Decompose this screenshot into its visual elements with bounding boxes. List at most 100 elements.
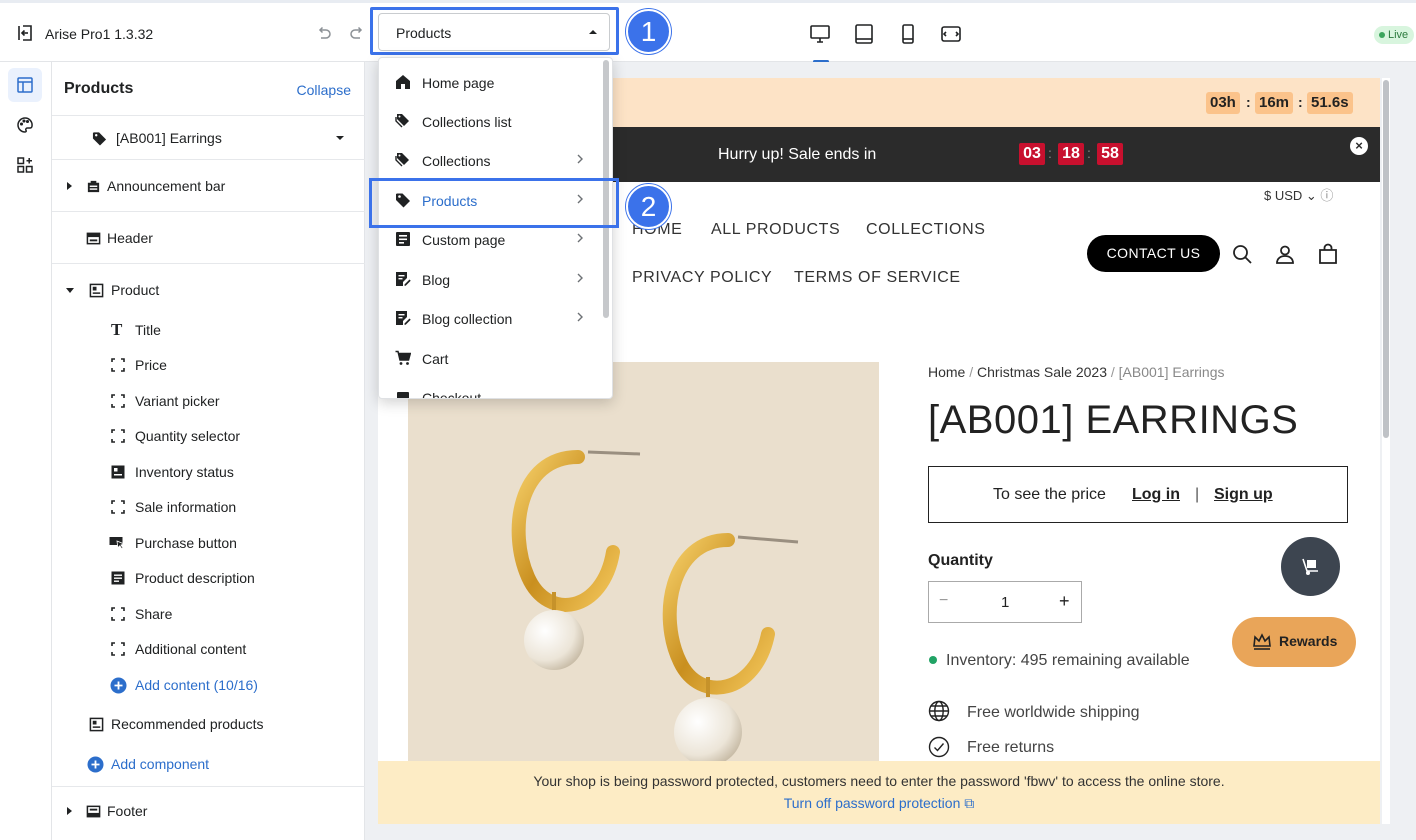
collapse-link[interactable]: Collapse bbox=[297, 82, 351, 98]
home-icon bbox=[396, 75, 410, 89]
login-link[interactable]: Log in bbox=[1132, 486, 1180, 504]
product-picker-label: [AB001] Earrings bbox=[116, 130, 222, 146]
chevron-right-icon bbox=[577, 273, 583, 283]
block-purchase-button[interactable]: Purchase button bbox=[52, 528, 365, 558]
account-icon[interactable] bbox=[1274, 243, 1296, 265]
block-sale-information[interactable]: Sale information bbox=[52, 492, 365, 522]
breadcrumb-current: [AB001] Earrings bbox=[1118, 364, 1225, 380]
section-footer[interactable]: Footer bbox=[52, 796, 365, 826]
sidebar-title: Products bbox=[64, 80, 134, 97]
expand-icon[interactable] bbox=[67, 807, 72, 815]
section-label: Announcement bar bbox=[107, 178, 226, 194]
price-text: To see the price bbox=[993, 486, 1106, 503]
rewards-button[interactable]: Rewards bbox=[1232, 617, 1356, 667]
palette-icon bbox=[17, 117, 33, 133]
product-image[interactable] bbox=[408, 362, 879, 766]
nav-privacy-policy[interactable]: PRIVACY POLICY bbox=[632, 269, 772, 287]
block-icon bbox=[111, 607, 125, 621]
menu-item-collections[interactable]: Collections bbox=[379, 140, 601, 179]
menu-item-blog[interactable]: Blog bbox=[379, 259, 601, 298]
quantity-label: Quantity bbox=[928, 552, 993, 569]
page-select-highlight bbox=[370, 7, 619, 55]
exit-icon[interactable] bbox=[16, 24, 34, 42]
sale-minutes: 18 bbox=[1058, 143, 1084, 165]
block-product-description[interactable]: Product description bbox=[52, 563, 365, 593]
undo-icon[interactable] bbox=[315, 25, 333, 43]
currency-selector[interactable]: $ USD ⌄ ⓘ bbox=[1264, 185, 1333, 204]
signup-link[interactable]: Sign up bbox=[1214, 486, 1273, 504]
sale-text: Hurry up! Sale ends in bbox=[718, 146, 877, 163]
section-recommended-products[interactable]: Recommended products bbox=[52, 709, 365, 739]
fullscreen-icon[interactable] bbox=[940, 23, 962, 45]
tags-icon bbox=[395, 153, 409, 167]
divider bbox=[52, 159, 365, 160]
block-inventory-status[interactable]: Inventory status bbox=[52, 457, 365, 487]
desktop-icon[interactable] bbox=[809, 23, 831, 45]
sections-tab[interactable] bbox=[8, 68, 42, 102]
block-title[interactable]: T Title bbox=[52, 315, 365, 345]
header-icon bbox=[86, 232, 101, 245]
tag-icon bbox=[92, 132, 107, 146]
price-divider: | bbox=[1195, 486, 1200, 503]
quantity-value[interactable]: 1 bbox=[1001, 594, 1009, 611]
breadcrumb-collection[interactable]: Christmas Sale 2023 bbox=[977, 364, 1107, 380]
menu-item-checkout[interactable]: Checkout bbox=[379, 377, 601, 399]
block-label: Share bbox=[135, 606, 173, 622]
nav-all-products[interactable]: ALL PRODUCTS bbox=[711, 221, 840, 239]
search-icon[interactable] bbox=[1231, 243, 1253, 265]
cart-icon[interactable] bbox=[1317, 243, 1339, 265]
menu-item-collections-list[interactable]: Collections list bbox=[379, 101, 601, 140]
product-picker[interactable]: [AB001] Earrings bbox=[52, 123, 365, 153]
breadcrumb: Home / Christmas Sale 2023 / [AB001] Ear… bbox=[928, 364, 1225, 380]
block-icon bbox=[111, 429, 125, 443]
inventory-status: Inventory: 495 remaining available bbox=[946, 652, 1190, 669]
menu-item-blog-collection[interactable]: Blog collection bbox=[379, 298, 601, 337]
nav-collections[interactable]: COLLECTIONS bbox=[866, 221, 986, 239]
menu-item-label: Checkout bbox=[422, 390, 482, 399]
block-additional-content[interactable]: Additional content bbox=[52, 634, 365, 664]
block-quantity-selector[interactable]: Quantity selector bbox=[52, 421, 365, 451]
mobile-icon[interactable] bbox=[897, 23, 919, 45]
menu-item-label: Custom page bbox=[422, 232, 506, 248]
turn-off-password-label: Turn off password protection bbox=[783, 795, 961, 811]
crown-icon bbox=[1253, 633, 1271, 650]
contact-us-button[interactable]: CONTACT US bbox=[1087, 235, 1220, 272]
add-component-button[interactable]: Add component bbox=[52, 749, 365, 779]
product-section-icon bbox=[89, 283, 104, 298]
section-product[interactable]: Product bbox=[52, 275, 365, 305]
sale-seconds: 58 bbox=[1097, 143, 1123, 165]
nav-terms-of-service[interactable]: TERMS OF SERVICE bbox=[794, 269, 961, 287]
redo-icon[interactable] bbox=[348, 25, 366, 43]
top-bar: Arise Pro1 1.3.32 Live bbox=[0, 0, 1416, 63]
block-share[interactable]: Share bbox=[52, 599, 365, 629]
checkout-icon bbox=[397, 392, 409, 398]
block-icon bbox=[111, 465, 125, 479]
theme-styles-tab[interactable] bbox=[8, 108, 42, 142]
block-label: Product description bbox=[135, 570, 255, 586]
external-link-icon: ⧉ bbox=[964, 795, 975, 811]
floating-action-button[interactable] bbox=[1281, 537, 1340, 596]
menu-item-label: Blog collection bbox=[422, 311, 513, 327]
decrease-button[interactable]: − bbox=[939, 592, 948, 610]
increase-button[interactable]: + bbox=[1059, 591, 1070, 612]
menu-item-cart[interactable]: Cart bbox=[379, 338, 601, 377]
preview-scrollbar[interactable] bbox=[1383, 80, 1389, 438]
add-content-button[interactable]: Add content (10/16) bbox=[52, 670, 365, 700]
plus-circle-icon bbox=[87, 756, 104, 773]
product-section-icon bbox=[89, 717, 104, 732]
section-header[interactable]: Header bbox=[52, 223, 365, 253]
breadcrumb-home[interactable]: Home bbox=[928, 364, 965, 380]
menu-item-home-page[interactable]: Home page bbox=[379, 62, 601, 101]
tablet-icon[interactable] bbox=[853, 23, 875, 45]
expand-icon[interactable] bbox=[67, 182, 72, 190]
collapse-icon[interactable] bbox=[66, 288, 74, 293]
block-variant-picker[interactable]: Variant picker bbox=[52, 386, 365, 416]
block-price[interactable]: Price bbox=[52, 350, 365, 380]
sale-separator: : bbox=[1048, 145, 1052, 161]
close-icon[interactable]: × bbox=[1350, 137, 1368, 155]
apps-tab[interactable] bbox=[8, 148, 42, 182]
cart-icon bbox=[395, 350, 411, 365]
turn-off-password-link[interactable]: Turn off password protection ⧉ bbox=[378, 795, 1380, 812]
callout-badge-1: 1 bbox=[626, 9, 671, 54]
section-announcement-bar[interactable]: Announcement bar bbox=[52, 171, 365, 201]
